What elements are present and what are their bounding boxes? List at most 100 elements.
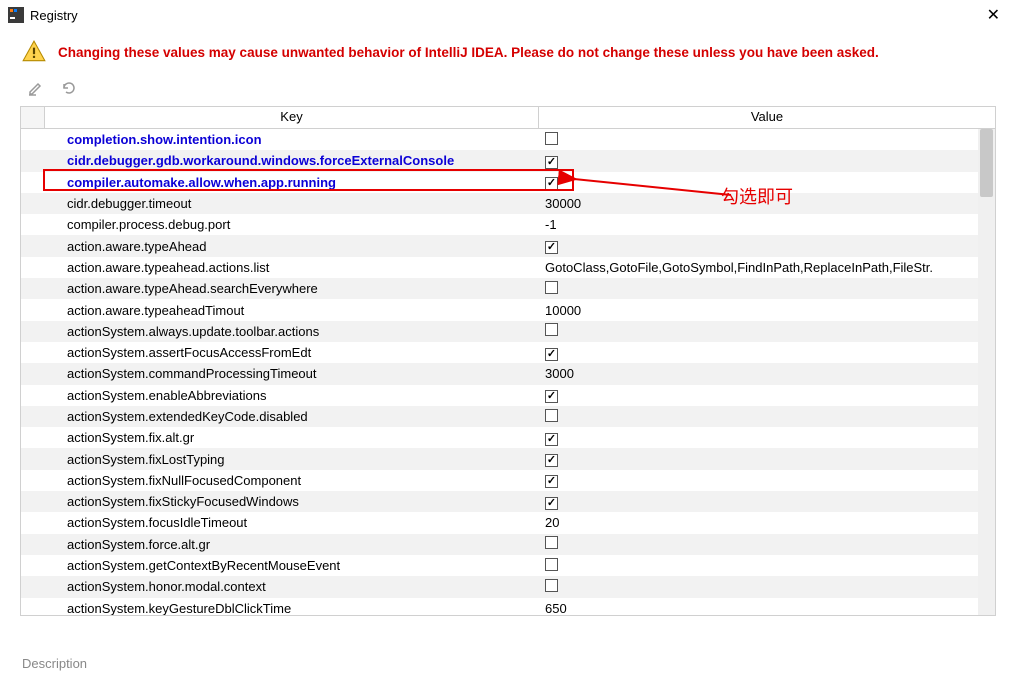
- table-row[interactable]: actionSystem.fix.alt.gr: [21, 427, 995, 448]
- checkbox[interactable]: [545, 409, 558, 422]
- checkbox[interactable]: [545, 241, 558, 254]
- cell-value[interactable]: [539, 281, 995, 297]
- cell-key[interactable]: actionSystem.force.alt.gr: [45, 537, 539, 552]
- checkbox[interactable]: [545, 281, 558, 294]
- cell-value[interactable]: [539, 579, 995, 595]
- checkbox[interactable]: [545, 536, 558, 549]
- edit-button[interactable]: [26, 78, 46, 98]
- cell-value[interactable]: 10000: [539, 303, 995, 318]
- cell-key[interactable]: actionSystem.focusIdleTimeout: [45, 515, 539, 530]
- cell-value[interactable]: GotoClass,GotoFile,GotoSymbol,FindInPath…: [539, 260, 995, 275]
- table-row[interactable]: cidr.debugger.gdb.workaround.windows.for…: [21, 150, 995, 171]
- table-row[interactable]: actionSystem.always.update.toolbar.actio…: [21, 321, 995, 342]
- header-handle: [21, 107, 45, 128]
- window-title: Registry: [30, 8, 78, 23]
- cell-key[interactable]: actionSystem.getContextByRecentMouseEven…: [45, 558, 539, 573]
- cell-value[interactable]: [539, 536, 995, 552]
- cell-value[interactable]: [539, 451, 995, 467]
- cell-value[interactable]: [539, 132, 995, 148]
- cell-key[interactable]: actionSystem.fixStickyFocusedWindows: [45, 494, 539, 509]
- cell-value[interactable]: [539, 558, 995, 574]
- cell-value[interactable]: [539, 430, 995, 446]
- revert-button[interactable]: [58, 78, 78, 98]
- cell-value[interactable]: [539, 387, 995, 403]
- checkbox[interactable]: [545, 579, 558, 592]
- cell-value[interactable]: [539, 409, 995, 425]
- scrollbar-thumb[interactable]: [980, 129, 993, 197]
- cell-key[interactable]: actionSystem.assertFocusAccessFromEdt: [45, 345, 539, 360]
- cell-key[interactable]: actionSystem.honor.modal.context: [45, 579, 539, 594]
- cell-key[interactable]: action.aware.typeaheadTimout: [45, 303, 539, 318]
- annotation-text: 勾选即可: [721, 183, 793, 209]
- cell-key[interactable]: actionSystem.always.update.toolbar.actio…: [45, 324, 539, 339]
- checkbox[interactable]: [545, 156, 558, 169]
- table-row[interactable]: completion.show.intention.icon: [21, 129, 995, 150]
- description-label: Description: [22, 656, 87, 671]
- cell-key[interactable]: actionSystem.keyGestureDblClickTime: [45, 601, 539, 615]
- checkbox[interactable]: [545, 177, 558, 190]
- cell-key[interactable]: compiler.automake.allow.when.app.running: [45, 175, 539, 190]
- table-row[interactable]: actionSystem.assertFocusAccessFromEdt: [21, 342, 995, 363]
- cell-value[interactable]: [539, 494, 995, 510]
- cell-key[interactable]: action.aware.typeAhead.searchEverywhere: [45, 281, 539, 296]
- intellij-icon: [8, 7, 24, 23]
- checkbox[interactable]: [545, 433, 558, 446]
- cell-value[interactable]: 20: [539, 515, 995, 530]
- cell-key[interactable]: cidr.debugger.timeout: [45, 196, 539, 211]
- table-row[interactable]: actionSystem.fixLostTyping: [21, 448, 995, 469]
- table-row[interactable]: action.aware.typeAhead: [21, 235, 995, 256]
- table-row[interactable]: actionSystem.fixStickyFocusedWindows: [21, 491, 995, 512]
- scrollbar[interactable]: [978, 129, 995, 615]
- warning-icon: [20, 38, 48, 66]
- table-row[interactable]: actionSystem.extendedKeyCode.disabled: [21, 406, 995, 427]
- header-value[interactable]: Value: [539, 107, 995, 128]
- table-row[interactable]: actionSystem.honor.modal.context: [21, 576, 995, 597]
- checkbox[interactable]: [545, 475, 558, 488]
- cell-key[interactable]: actionSystem.commandProcessingTimeout: [45, 366, 539, 381]
- cell-key[interactable]: actionSystem.enableAbbreviations: [45, 388, 539, 403]
- table-row[interactable]: actionSystem.keyGestureDblClickTime650: [21, 598, 995, 615]
- cell-key[interactable]: action.aware.typeAhead: [45, 239, 539, 254]
- cell-value[interactable]: -1: [539, 217, 995, 232]
- table-row[interactable]: action.aware.typeaheadTimout10000: [21, 299, 995, 320]
- table-row[interactable]: compiler.automake.allow.when.app.running: [21, 172, 995, 193]
- table-row[interactable]: actionSystem.force.alt.gr: [21, 534, 995, 555]
- cell-key[interactable]: completion.show.intention.icon: [45, 132, 539, 147]
- cell-key[interactable]: actionSystem.fixNullFocusedComponent: [45, 473, 539, 488]
- table-row[interactable]: actionSystem.getContextByRecentMouseEven…: [21, 555, 995, 576]
- header-key[interactable]: Key: [45, 107, 539, 128]
- cell-value[interactable]: [539, 472, 995, 488]
- warning-text: Changing these values may cause unwanted…: [58, 45, 879, 60]
- cell-key[interactable]: compiler.process.debug.port: [45, 217, 539, 232]
- cell-value[interactable]: [539, 323, 995, 339]
- cell-key[interactable]: cidr.debugger.gdb.workaround.windows.for…: [45, 153, 539, 168]
- cell-value[interactable]: 3000: [539, 366, 995, 381]
- warning-banner: Changing these values may cause unwanted…: [0, 30, 1016, 74]
- table-row[interactable]: cidr.debugger.timeout30000: [21, 193, 995, 214]
- checkbox[interactable]: [545, 497, 558, 510]
- cell-value[interactable]: [539, 238, 995, 254]
- close-icon[interactable]: ✕: [979, 5, 1008, 25]
- cell-key[interactable]: actionSystem.fix.alt.gr: [45, 430, 539, 445]
- cell-key[interactable]: action.aware.typeahead.actions.list: [45, 260, 539, 275]
- cell-value[interactable]: 650: [539, 601, 995, 615]
- table-row[interactable]: actionSystem.focusIdleTimeout20: [21, 512, 995, 533]
- checkbox[interactable]: [545, 323, 558, 336]
- cell-key[interactable]: actionSystem.fixLostTyping: [45, 452, 539, 467]
- table-row[interactable]: action.aware.typeAhead.searchEverywhere: [21, 278, 995, 299]
- table-row[interactable]: actionSystem.commandProcessingTimeout300…: [21, 363, 995, 384]
- checkbox[interactable]: [545, 390, 558, 403]
- checkbox[interactable]: [545, 454, 558, 467]
- toolbar: [0, 74, 1016, 106]
- checkbox[interactable]: [545, 558, 558, 571]
- cell-key[interactable]: actionSystem.extendedKeyCode.disabled: [45, 409, 539, 424]
- cell-value[interactable]: [539, 345, 995, 361]
- table-row[interactable]: actionSystem.enableAbbreviations: [21, 385, 995, 406]
- table-row[interactable]: actionSystem.fixNullFocusedComponent: [21, 470, 995, 491]
- table-row[interactable]: compiler.process.debug.port-1: [21, 214, 995, 235]
- checkbox[interactable]: [545, 348, 558, 361]
- checkbox[interactable]: [545, 132, 558, 145]
- titlebar: Registry ✕: [0, 0, 1016, 30]
- cell-value[interactable]: [539, 153, 995, 169]
- table-row[interactable]: action.aware.typeahead.actions.listGotoC…: [21, 257, 995, 278]
